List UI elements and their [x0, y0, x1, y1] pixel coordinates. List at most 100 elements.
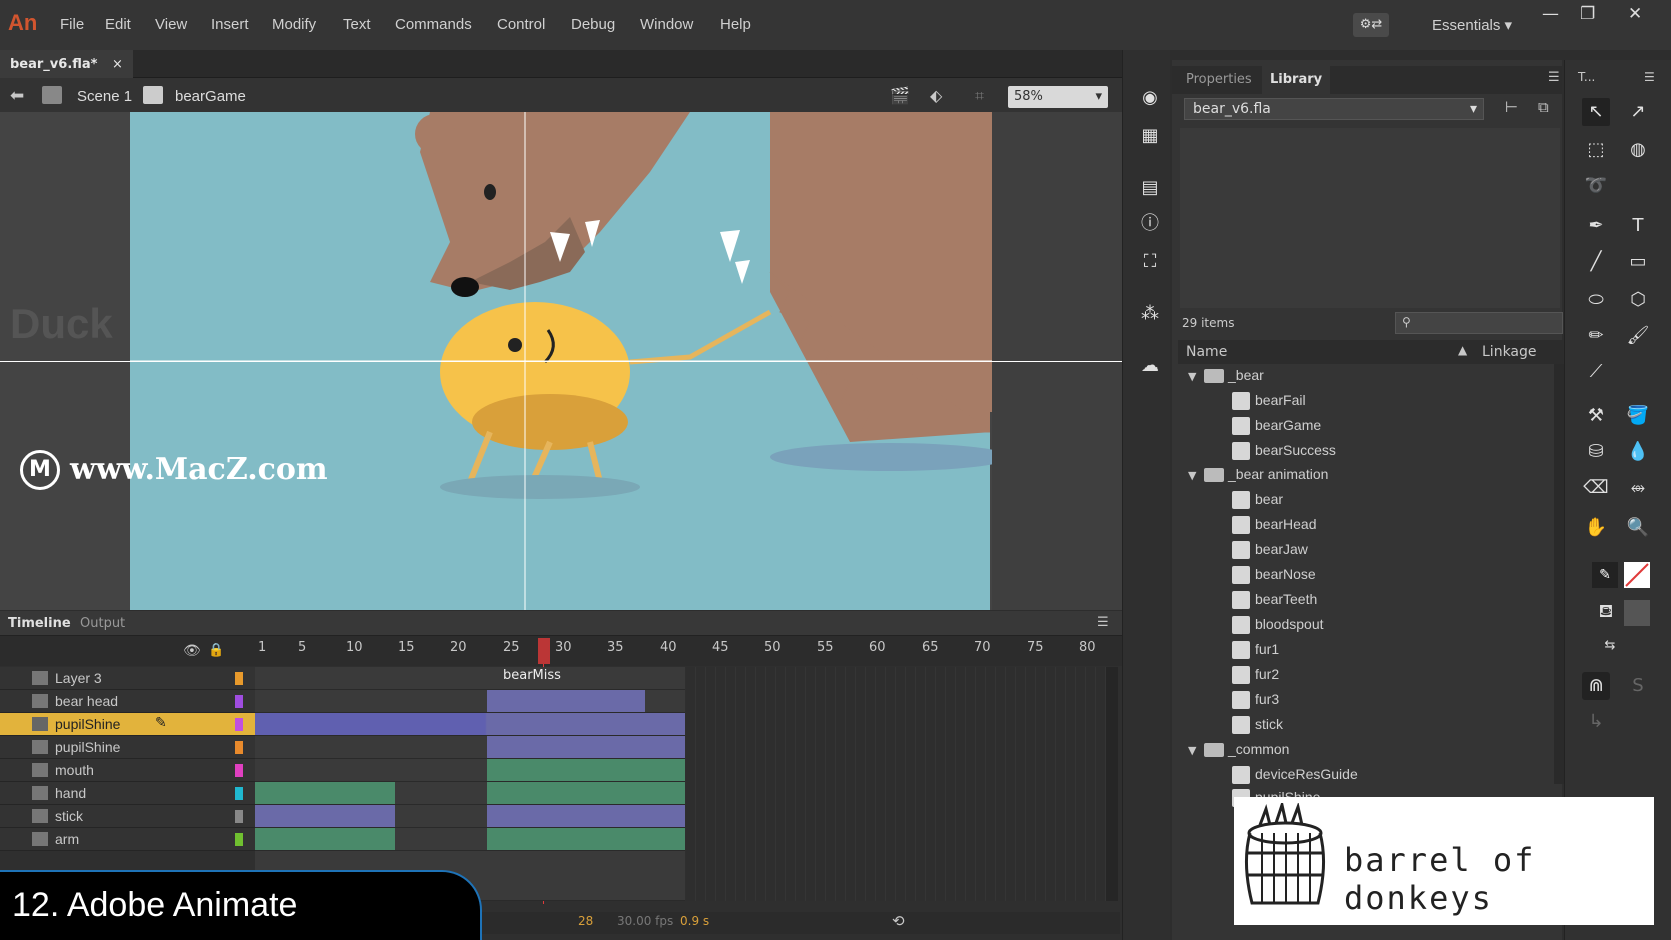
selection-tool-icon[interactable]: ↖: [1582, 98, 1610, 126]
symbol-label[interactable]: bearGame: [175, 88, 246, 105]
pin-icon[interactable]: ⊢: [1505, 98, 1518, 116]
eye-icon[interactable]: 👁: [183, 643, 201, 659]
layer-row[interactable]: mouth: [0, 759, 255, 782]
restore-button[interactable]: ❐: [1580, 4, 1595, 24]
workspace-switcher[interactable]: Essentials ▾: [1432, 16, 1512, 34]
eraser-tool-icon[interactable]: ⌫: [1582, 474, 1610, 502]
collapse-triangle-icon[interactable]: ▼: [1188, 370, 1196, 383]
menu-insert[interactable]: Insert: [211, 16, 249, 33]
stroke-none-swatch[interactable]: [1624, 562, 1650, 588]
menu-window[interactable]: Window: [640, 16, 693, 33]
text-tool-icon[interactable]: T: [1624, 212, 1652, 240]
frame-strip[interactable]: [255, 713, 685, 736]
library-item[interactable]: fur2: [1255, 666, 1279, 682]
color-wheel-icon[interactable]: ◉: [1136, 84, 1164, 112]
straighten-icon[interactable]: ↳: [1582, 708, 1610, 736]
tools-menu-icon[interactable]: ☰: [1644, 70, 1655, 84]
document-tab[interactable]: bear_v6.fla* ×: [0, 50, 133, 78]
info-icon[interactable]: ⓘ: [1136, 210, 1164, 238]
library-item[interactable]: fur3: [1255, 691, 1279, 707]
back-arrow-icon[interactable]: ⬅: [10, 86, 24, 106]
rectangle-tool-icon[interactable]: ▭: [1624, 248, 1652, 276]
library-menu-icon[interactable]: ☰: [1548, 70, 1560, 85]
playhead[interactable]: [538, 638, 550, 664]
free-transform-tool-icon[interactable]: ⬚: [1582, 136, 1610, 164]
3d-rotation-tool-icon[interactable]: ◍: [1624, 136, 1652, 164]
tab-library[interactable]: Library: [1262, 66, 1331, 94]
panel-menu-icon[interactable]: ☰: [1097, 615, 1109, 630]
polystar-tool-icon[interactable]: ⬡: [1624, 286, 1652, 314]
layer-row[interactable]: pupilShine: [0, 736, 255, 759]
stroke-color-swatch[interactable]: ✎: [1592, 562, 1618, 588]
library-search-input[interactable]: ⚲: [1395, 312, 1563, 334]
eyedropper-tool-icon[interactable]: 💧: [1624, 438, 1652, 466]
layer-row[interactable]: stick: [0, 805, 255, 828]
swatches-icon[interactable]: ▦: [1136, 122, 1164, 150]
menu-debug[interactable]: Debug: [571, 16, 615, 33]
line-tool-icon[interactable]: ╱: [1582, 248, 1610, 276]
lock-icon[interactable]: 🔒: [208, 643, 224, 658]
empty-frames[interactable]: [686, 667, 1106, 901]
width-tool-icon[interactable]: ⥈: [1624, 474, 1652, 502]
library-item[interactable]: bearSuccess: [1255, 442, 1336, 458]
swap-colors-icon[interactable]: ⇆: [1596, 632, 1624, 660]
layer-row-selected[interactable]: pupilShine ✎: [0, 713, 255, 736]
library-item[interactable]: bearHead: [1255, 516, 1317, 532]
pencil-tool-icon[interactable]: ✏: [1582, 322, 1610, 350]
cc-libraries-icon[interactable]: ☁: [1136, 352, 1164, 380]
menu-commands[interactable]: Commands: [395, 16, 472, 33]
column-linkage[interactable]: Linkage: [1482, 344, 1537, 360]
library-item[interactable]: bearTeeth: [1255, 591, 1317, 607]
library-folder[interactable]: _bear: [1228, 367, 1264, 383]
library-item[interactable]: bearGame: [1255, 417, 1321, 433]
zoom-select[interactable]: 58% ▾: [1008, 86, 1108, 108]
close-tab-icon[interactable]: ×: [112, 57, 123, 72]
menu-control[interactable]: Control: [497, 16, 545, 33]
library-item[interactable]: bearFail: [1255, 392, 1306, 408]
frame-strip[interactable]: [255, 736, 685, 759]
pen-tool-icon[interactable]: ✒: [1582, 212, 1610, 240]
loop-icon[interactable]: ⟲: [892, 912, 905, 930]
edit-scene-icon[interactable]: 🎬: [890, 86, 910, 105]
library-item[interactable]: bearJaw: [1255, 541, 1308, 557]
layer-row[interactable]: hand: [0, 782, 255, 805]
layer-row[interactable]: bear head: [0, 690, 255, 713]
close-button[interactable]: ✕: [1628, 4, 1642, 24]
oval-tool-icon[interactable]: ⬭: [1582, 286, 1610, 314]
edit-symbol-icon[interactable]: ⬖: [930, 86, 942, 105]
components-icon[interactable]: ⁂: [1136, 300, 1164, 328]
library-folder[interactable]: _common: [1228, 741, 1289, 757]
tab-output[interactable]: Output: [80, 616, 125, 631]
ink-bottle-tool-icon[interactable]: ⛁: [1582, 438, 1610, 466]
lasso-tool-icon[interactable]: ➰: [1582, 172, 1610, 200]
frame-rate[interactable]: 30.00 fps: [617, 914, 673, 928]
smooth-icon[interactable]: S: [1624, 672, 1652, 700]
frame-strip[interactable]: [255, 805, 685, 828]
align-icon[interactable]: ▤: [1136, 174, 1164, 202]
hand-tool-icon[interactable]: ✋: [1582, 514, 1610, 542]
library-item[interactable]: bear: [1255, 491, 1283, 507]
new-library-icon[interactable]: ⧉: [1538, 98, 1549, 116]
menu-modify[interactable]: Modify: [272, 16, 316, 33]
library-item[interactable]: deviceResGuide: [1255, 766, 1358, 782]
layer-row[interactable]: Layer 3: [0, 667, 255, 690]
transform-icon[interactable]: ⛶: [1136, 248, 1164, 276]
bone-tool-icon[interactable]: ⚒: [1582, 402, 1610, 430]
minimize-button[interactable]: —: [1542, 4, 1559, 24]
menu-view[interactable]: View: [155, 16, 187, 33]
zoom-tool-icon[interactable]: 🔍: [1624, 514, 1652, 542]
paint-brush-tool-icon[interactable]: 🖌: [1624, 322, 1652, 350]
library-item[interactable]: bloodspout: [1255, 616, 1324, 632]
tab-properties[interactable]: Properties: [1186, 72, 1252, 87]
library-folder[interactable]: _bear animation: [1228, 466, 1328, 482]
subselection-tool-icon[interactable]: ↗: [1624, 98, 1652, 126]
sort-up-icon[interactable]: ▲: [1458, 343, 1467, 357]
snap-magnet-icon[interactable]: ⋒: [1582, 672, 1610, 700]
brush-tool-icon[interactable]: ⟋: [1582, 358, 1610, 386]
tab-timeline[interactable]: Timeline: [8, 616, 71, 631]
frame-ruler[interactable]: 1 5 10 15 20 25 30 35 40 45 50 55 60 65 …: [250, 640, 1100, 662]
menu-file[interactable]: File: [60, 16, 84, 33]
library-item[interactable]: bearNose: [1255, 566, 1316, 582]
menu-edit[interactable]: Edit: [105, 16, 131, 33]
collapse-triangle-icon[interactable]: ▼: [1188, 744, 1196, 757]
